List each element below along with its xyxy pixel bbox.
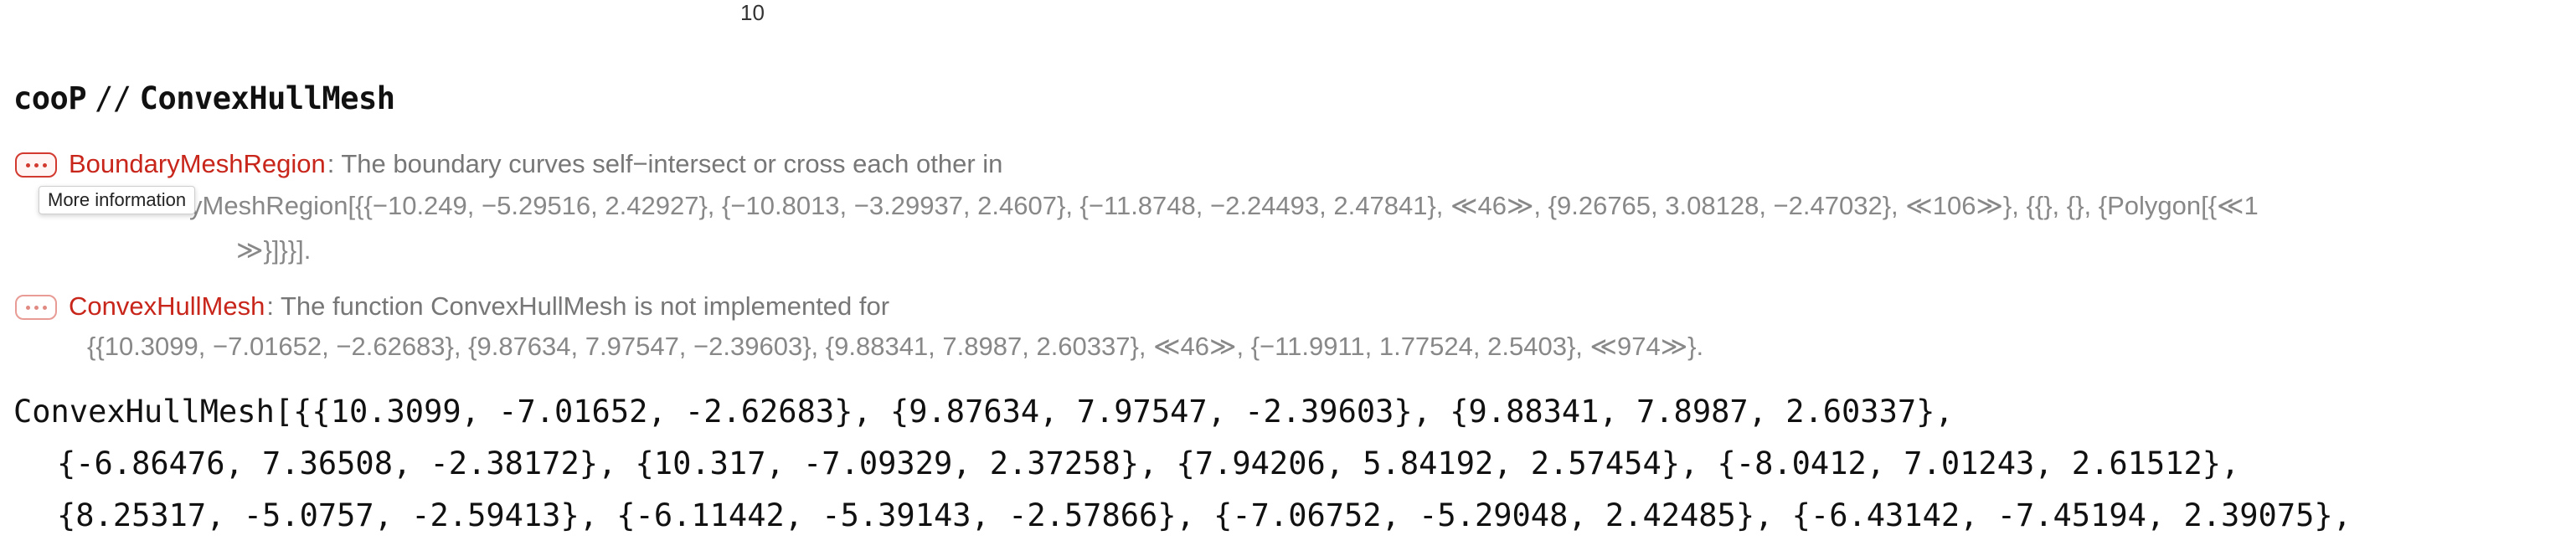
input-function: ConvexHullMesh xyxy=(139,80,395,116)
message-name[interactable]: BoundaryMeshRegion xyxy=(69,149,326,178)
input-symbol: cooP xyxy=(13,80,87,116)
more-dots-icon xyxy=(25,162,47,167)
message-menu-button[interactable] xyxy=(15,295,57,320)
input-cell[interactable]: cooP//ConvexHullMesh xyxy=(13,80,395,116)
output-line: {-6.86476, 7.36508, -2.38172}, {10.317, … xyxy=(57,445,2240,481)
more-dots-icon xyxy=(25,305,47,310)
message-name[interactable]: ConvexHullMesh xyxy=(69,291,265,321)
message-expression-line: {{10.3099, −7.01652, −2.62683}, {9.87634… xyxy=(87,332,1704,361)
output-line: ConvexHullMesh[{{10.3099, -7.01652, -2.6… xyxy=(13,394,1954,430)
message-expression-line: yMeshRegion[{{−10.249, −5.29516, 2.42927… xyxy=(189,191,2259,220)
message-header-boundarymeshregion: BoundaryMeshRegion: The boundary curves s… xyxy=(69,149,1003,178)
message-header-convexhullmesh: ConvexHullMesh: The function ConvexHullMe… xyxy=(69,291,890,321)
message-text: The boundary curves self−intersect or cr… xyxy=(341,149,1003,178)
tooltip-more-information: More information xyxy=(39,186,196,214)
message-text: The function ConvexHullMesh is not imple… xyxy=(280,291,890,321)
message-expression-line: ≫}]}}]. xyxy=(236,235,312,265)
output-line: {8.25317, -5.0757, -2.59413}, {-6.11442,… xyxy=(57,497,2352,533)
message-menu-button[interactable] xyxy=(15,152,57,178)
plot-axis-tick-label: 10 xyxy=(740,0,765,25)
input-operator: // xyxy=(95,80,131,116)
